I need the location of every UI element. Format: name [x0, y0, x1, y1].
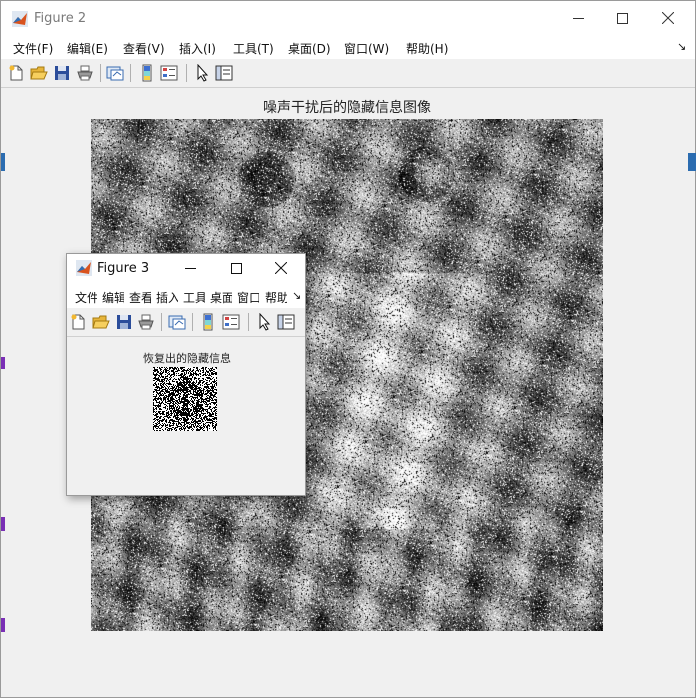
menu-edit[interactable]: 编辑	[102, 289, 124, 306]
close-icon	[275, 262, 287, 274]
figure2-menubar: 文件(F) 编辑(E) 查看(V) 插入(I) 工具(T) 桌面(D) 窗口(W…	[1, 35, 695, 59]
figure3-toolbar	[67, 308, 305, 337]
pointer-icon[interactable]	[193, 64, 211, 82]
legend-icon[interactable]	[222, 313, 240, 331]
legend-icon[interactable]	[160, 64, 178, 82]
menu-help[interactable]: 帮助(H)	[406, 40, 448, 57]
menu-file[interactable]: 文件(F)	[13, 40, 53, 57]
open-folder-icon[interactable]	[30, 64, 48, 82]
colorbar-icon[interactable]	[199, 313, 217, 331]
figure3-titlebar[interactable]: Figure 3	[67, 254, 305, 282]
menu-desktop[interactable]: 桌面	[210, 289, 232, 306]
close-button[interactable]	[259, 254, 303, 282]
menu-view[interactable]: 查看	[129, 289, 151, 306]
minimize-icon	[572, 17, 584, 19]
figure2-toolbar	[1, 59, 695, 88]
print-icon[interactable]	[76, 64, 94, 82]
axes-title: 噪声干扰后的隐藏信息图像	[263, 100, 431, 116]
matlab-icon	[76, 260, 92, 276]
new-figure-icon[interactable]	[7, 64, 25, 82]
menu-insert[interactable]: 插入(I)	[179, 40, 216, 57]
maximize-button[interactable]	[599, 3, 645, 33]
toolbar-separator	[186, 64, 187, 82]
dock-arrow-icon[interactable]: ↘	[677, 40, 686, 53]
background-window-edge	[1, 357, 5, 369]
menu-window[interactable]: 窗口(W)	[344, 40, 389, 57]
window-title: Figure 3	[97, 261, 150, 276]
open-folder-icon[interactable]	[92, 313, 110, 331]
link-plot-icon[interactable]	[106, 64, 124, 82]
maximize-icon	[230, 262, 242, 274]
figure3-window: Figure 3 文件 编辑 查看 插入 工具 桌面 窗口 帮助 ↘ 恢复出的隐…	[66, 253, 306, 496]
new-figure-icon[interactable]	[69, 313, 87, 331]
menu-edit[interactable]: 编辑(E)	[67, 40, 108, 57]
maximize-button[interactable]	[214, 254, 258, 282]
matlab-icon	[12, 11, 28, 27]
toolbar-separator	[161, 313, 162, 331]
colorbar-icon[interactable]	[138, 64, 156, 82]
minimize-button[interactable]	[168, 254, 212, 282]
property-inspector-icon[interactable]	[215, 64, 233, 82]
background-window-edge	[688, 153, 696, 171]
minimize-button[interactable]	[555, 3, 601, 33]
toolbar-separator	[192, 313, 193, 331]
menu-insert[interactable]: 插入	[156, 289, 178, 306]
menu-tools[interactable]: 工具(T)	[233, 40, 274, 57]
figure3-menubar: 文件 编辑 查看 插入 工具 桌面 窗口 帮助 ↘	[67, 282, 305, 308]
figure2-titlebar[interactable]: Figure 2	[1, 1, 695, 35]
axes-title: 恢复出的隐藏信息	[143, 352, 231, 365]
background-window-edge	[1, 153, 5, 171]
menu-help[interactable]: 帮助	[265, 289, 287, 306]
toolbar-separator	[248, 313, 249, 331]
toolbar-separator	[100, 64, 101, 82]
menu-view[interactable]: 查看(V)	[123, 40, 165, 57]
close-button[interactable]	[645, 3, 691, 33]
menu-tools[interactable]: 工具	[183, 289, 205, 306]
menu-desktop[interactable]: 桌面(D)	[288, 40, 331, 57]
menu-file[interactable]: 文件	[75, 289, 97, 306]
recovered-image-icon	[153, 367, 217, 431]
background-window-edge	[1, 618, 5, 632]
link-plot-icon[interactable]	[168, 313, 186, 331]
toolbar-separator	[130, 64, 131, 82]
maximize-icon	[616, 12, 628, 24]
property-inspector-icon[interactable]	[277, 313, 295, 331]
save-icon[interactable]	[53, 64, 71, 82]
dock-arrow-icon[interactable]: ↘	[292, 289, 301, 302]
print-icon[interactable]	[137, 313, 155, 331]
background-window-edge	[1, 517, 5, 531]
minimize-icon	[184, 267, 196, 269]
window-title: Figure 2	[34, 11, 87, 26]
pointer-icon[interactable]	[255, 313, 273, 331]
save-icon[interactable]	[115, 313, 133, 331]
close-icon	[662, 12, 674, 24]
menu-window[interactable]: 窗口	[237, 289, 259, 306]
